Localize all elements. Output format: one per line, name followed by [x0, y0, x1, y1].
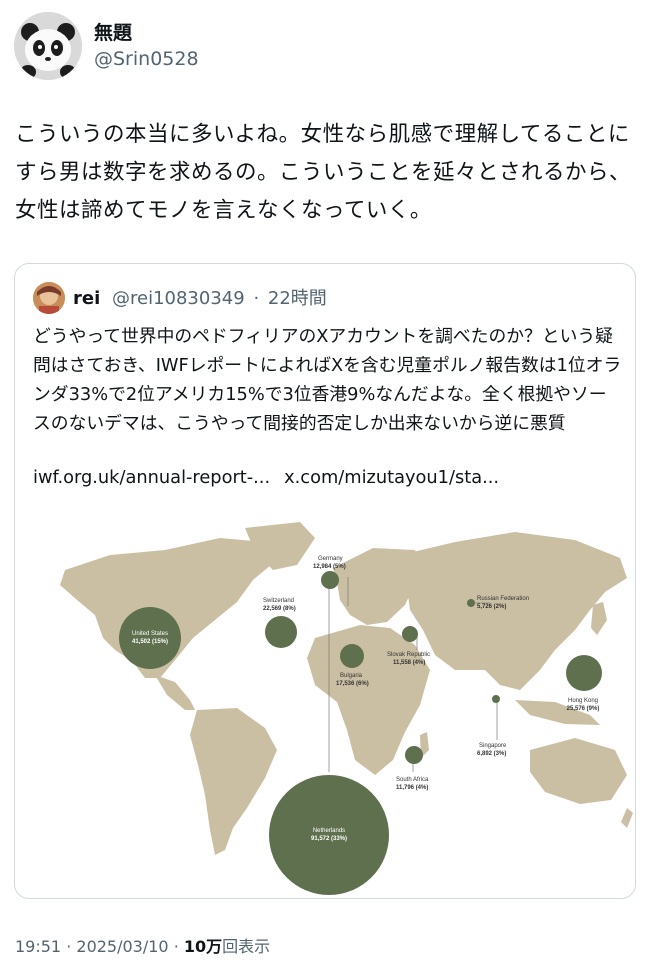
label-south-africa-value: 11,796 (4%)	[396, 785, 428, 791]
world-map-svg: United States 41,502 (15%) Netherlands 9…	[60, 522, 633, 895]
label-south-africa-name: South Africa	[396, 777, 429, 783]
label-slovak-republic-name: Slovak Republic	[387, 652, 430, 658]
display-name[interactable]: 無題	[94, 18, 132, 45]
label-united-states-value: 41,502 (15%)	[132, 639, 168, 645]
bubble-russian-federation	[467, 599, 475, 607]
label-singapore-value: 6,892 (3%)	[477, 751, 506, 757]
bubble-bulgaria	[340, 644, 364, 668]
label-netherlands-value: 91,572 (33%)	[311, 836, 347, 842]
label-russian-federation-name: Russian Federation	[477, 596, 529, 602]
label-bulgaria-name: Bulgaria	[340, 673, 363, 679]
bubble-switzerland	[265, 616, 297, 648]
quote-links: iwf.org.uk/annual-report-... x.com/mizuta…	[33, 467, 513, 488]
quote-link-iwf[interactable]: iwf.org.uk/annual-report-...	[33, 467, 270, 488]
quote-avatar[interactable]	[33, 282, 65, 314]
label-switzerland-name: Switzerland	[263, 598, 294, 604]
user-handle[interactable]: @Srin0528	[94, 48, 199, 70]
quote-header: rei @rei10830349 · 22時間	[73, 284, 327, 310]
label-germany-name: Germany	[318, 556, 343, 562]
world-map-image: United States 41,502 (15%) Netherlands 9…	[15, 510, 635, 898]
tweet-text: こういうの本当に多いよね。女性なら肌感で理解してることにすら男は数字を求めるの。…	[15, 122, 632, 223]
label-germany-value: 12,984 (5%)	[313, 564, 346, 570]
quote-separator: ·	[253, 288, 260, 309]
avatar[interactable]	[14, 12, 82, 80]
quote-text: どうやって世界中のペドフィリアのXアカウントを調べたのか？という疑問はさておき、…	[33, 326, 622, 434]
bubble-united-states	[119, 607, 181, 669]
meta-separator: ·	[66, 937, 72, 956]
tweet-date[interactable]: 2025/03/10	[76, 937, 168, 956]
label-united-states-name: United States	[132, 631, 168, 637]
meta-separator-2: ·	[173, 937, 179, 956]
label-slovak-republic-value: 11,558 (4%)	[393, 660, 425, 666]
label-hong-kong-value: 25,576 (9%)	[567, 706, 600, 712]
label-switzerland-value: 22,569 (8%)	[263, 606, 296, 612]
label-singapore-name: Singapore	[479, 743, 507, 749]
label-hong-kong-name: Hong Kong	[568, 698, 598, 704]
tweet-time[interactable]: 19:51	[15, 937, 61, 956]
quote-display-name[interactable]: rei	[73, 288, 100, 309]
bubble-netherlands	[269, 775, 389, 895]
bubble-south-africa	[405, 746, 423, 764]
quoted-tweet[interactable]: rei @rei10830349 · 22時間 どうやって世界中のペドフィリアの…	[14, 263, 636, 899]
views-label: 回表示	[222, 937, 271, 956]
bubble-germany	[321, 571, 339, 589]
quote-handle[interactable]: @rei10830349	[112, 288, 245, 309]
bubble-hong-kong	[566, 655, 602, 691]
bubble-singapore	[492, 695, 500, 703]
quote-timestamp[interactable]: 22時間	[268, 288, 327, 309]
label-bulgaria-value: 17,536 (6%)	[336, 681, 369, 687]
label-russian-federation-value: 5,726 (2%)	[477, 604, 506, 610]
views-count: 10万	[183, 937, 223, 956]
tweet-meta: 19:51 · 2025/03/10 · 10万回表示	[15, 933, 270, 957]
quote-link-x[interactable]: x.com/mizutayou1/sta...	[284, 467, 499, 488]
label-netherlands-name: Netherlands	[313, 828, 345, 834]
bubble-slovak-republic	[402, 626, 418, 642]
